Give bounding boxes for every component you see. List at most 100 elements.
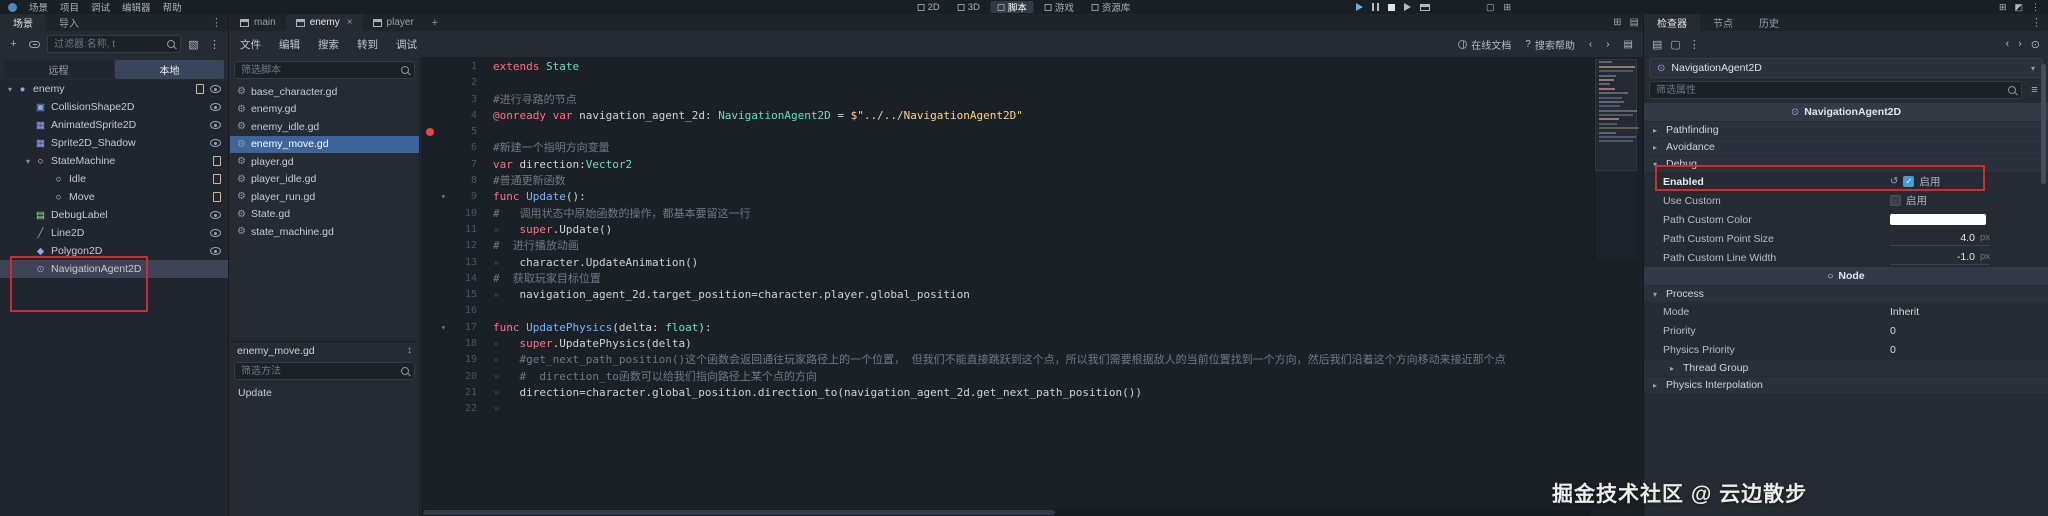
- section-pathfinding[interactable]: ▸ Pathfinding: [1644, 121, 2048, 138]
- gutter[interactable]: 15: [421, 287, 477, 303]
- members-panel-icon[interactable]: ▤: [1624, 39, 1633, 50]
- gutter[interactable]: 12: [421, 238, 477, 254]
- gutter[interactable]: 11: [421, 222, 477, 238]
- mode-script-button[interactable]: 脚本: [990, 1, 1034, 14]
- script-icon[interactable]: [213, 174, 221, 184]
- gutter[interactable]: 7: [421, 157, 477, 173]
- pause-button[interactable]: [1372, 3, 1379, 11]
- object-history-icon[interactable]: ⊙: [2031, 38, 2040, 51]
- section-debug[interactable]: ▾ Debug: [1644, 155, 2048, 172]
- new-resource-icon[interactable]: ▤: [1652, 38, 1662, 51]
- menu-editor[interactable]: 编辑器: [122, 0, 151, 14]
- fold-arrow-icon[interactable]: ▾: [441, 320, 446, 336]
- code-line[interactable]: 21» direction=character.global_position.…: [421, 385, 1591, 401]
- movie-mode-icon[interactable]: ⊞: [1504, 2, 1512, 13]
- menu-debug[interactable]: 调试: [91, 0, 110, 14]
- search-help-button[interactable]: ? 搜索帮助: [1525, 37, 1575, 52]
- visibility-eye-icon[interactable]: [210, 85, 221, 93]
- script-item[interactable]: ⚙ enemy_idle.gd: [230, 118, 419, 136]
- instance-scene-button[interactable]: [26, 36, 43, 53]
- scene-tab-player[interactable]: player: [363, 14, 424, 31]
- breakpoint-dot[interactable]: [426, 128, 434, 137]
- section-avoidance[interactable]: ▸ Avoidance: [1644, 138, 2048, 155]
- gutter[interactable]: 1: [421, 59, 477, 75]
- gutter[interactable]: 19: [421, 352, 477, 368]
- resource-options-icon[interactable]: ⋮: [1689, 38, 1700, 51]
- script-item[interactable]: ⚙ player_run.gd: [230, 188, 419, 206]
- gutter[interactable]: 13: [421, 255, 477, 271]
- code-line[interactable]: 12 # 进行播放动画: [421, 238, 1591, 254]
- tab-node[interactable]: 节点: [1700, 14, 1746, 31]
- expand-arrow-icon[interactable]: ▾: [22, 157, 34, 166]
- menu-help[interactable]: 帮助: [163, 0, 182, 14]
- filter-methods-input[interactable]: [234, 362, 415, 380]
- minimap-viewport[interactable]: [1595, 59, 1637, 171]
- online-docs-button[interactable]: 在线文档: [1458, 37, 1511, 52]
- load-resource-icon[interactable]: ▢: [1670, 38, 1680, 51]
- revert-property-icon[interactable]: ↺: [1890, 176, 1898, 187]
- visibility-eye-icon[interactable]: [210, 121, 221, 129]
- scene-tab-enemy[interactable]: enemy ×: [285, 14, 363, 31]
- menu-edit[interactable]: 编辑: [279, 37, 300, 52]
- gutter[interactable]: ▾ 17: [421, 320, 477, 336]
- filter-options-icon[interactable]: ▧: [185, 36, 202, 53]
- tree-item-polygon2d[interactable]: ◆ Polygon2D: [0, 242, 228, 260]
- script-icon[interactable]: [213, 192, 221, 202]
- physics-priority-spinbox[interactable]: 0: [1890, 344, 1990, 356]
- gutter[interactable]: 20: [421, 369, 477, 385]
- tab-scene[interactable]: 场景: [0, 14, 46, 31]
- code-line[interactable]: ▾ 9 func Update():: [421, 189, 1591, 205]
- visibility-eye-icon[interactable]: [210, 211, 221, 219]
- close-tab-icon[interactable]: ×: [347, 17, 353, 28]
- code-line[interactable]: 22»: [421, 401, 1591, 417]
- tab-import[interactable]: 导入: [46, 14, 92, 31]
- movie-maker-button[interactable]: [1420, 3, 1430, 11]
- gutter[interactable]: 10: [421, 206, 477, 222]
- dock-options-icon[interactable]: ⋮: [2025, 14, 2048, 31]
- local-tab[interactable]: 本地: [115, 60, 224, 79]
- scene-tab-list-icon[interactable]: ▤: [1630, 17, 1639, 28]
- renderer-icon[interactable]: ▢: [1486, 2, 1495, 13]
- gutter[interactable]: 3: [421, 92, 477, 108]
- gutter[interactable]: 4: [421, 108, 477, 124]
- history-back-button[interactable]: ‹: [1589, 39, 1592, 50]
- code-line[interactable]: 10 # 调用状态中原始函数的操作，都基本要留这一行: [421, 206, 1591, 222]
- code-line[interactable]: ▾ 17 func UpdatePhysics(delta: float):: [421, 320, 1591, 336]
- tree-item-navigationagent2d[interactable]: ⊙ NavigationAgent2D: [0, 260, 228, 278]
- code-line[interactable]: 15» navigation_agent_2d.target_position=…: [421, 287, 1591, 303]
- code-line[interactable]: 14 # 获取玩家目标位置: [421, 271, 1591, 287]
- horizontal-scrollbar[interactable]: [421, 509, 1591, 516]
- stop-button[interactable]: [1388, 3, 1395, 11]
- grid-icon[interactable]: ⊞: [1999, 2, 2007, 13]
- code-line[interactable]: 19» #get_next_path_position()这个函数会返回通往玩家…: [421, 352, 1591, 368]
- tree-item-statemachine[interactable]: ▾ ○ StateMachine: [0, 152, 228, 170]
- filter-properties-input[interactable]: [1649, 81, 2022, 99]
- dock-options-icon[interactable]: ⋮: [205, 14, 228, 31]
- tab-inspector[interactable]: 检查器: [1644, 14, 1700, 31]
- menu-file[interactable]: 文件: [240, 37, 261, 52]
- gutter[interactable]: 22: [421, 401, 477, 417]
- panels-icon[interactable]: ◩: [2014, 2, 2023, 13]
- script-icon[interactable]: [196, 84, 204, 94]
- code-editor[interactable]: 1 extends State 2 3 #进行寻路的节点 4 @onready var…: [421, 57, 1643, 516]
- enabled-checkbox[interactable]: ✓: [1903, 176, 1915, 187]
- tree-item-enemy[interactable]: ▾ ● enemy: [0, 80, 228, 98]
- gutter[interactable]: 21: [421, 385, 477, 401]
- tree-item-animatedsprite2d[interactable]: ▦ AnimatedSprite2D: [0, 116, 228, 134]
- scene-filter-input[interactable]: [47, 35, 181, 53]
- tree-item-sprite2d-shadow[interactable]: ▦ Sprite2D_Shadow: [0, 134, 228, 152]
- section-physics-interpolation[interactable]: ▸ Physics Interpolation: [1644, 376, 2048, 393]
- code-line[interactable]: 7 var direction:Vector2: [421, 157, 1591, 173]
- visibility-eye-icon[interactable]: [210, 229, 221, 237]
- mode-dropdown[interactable]: Inherit: [1890, 306, 1990, 318]
- point-size-spinbox[interactable]: 4.0 px: [1890, 232, 1990, 246]
- menu-project[interactable]: 项目: [60, 0, 79, 14]
- script-item[interactable]: ⚙ player_idle.gd: [230, 171, 419, 189]
- line-width-spinbox[interactable]: -1.0 px: [1890, 251, 1990, 265]
- inspector-scrollbar-thumb[interactable]: [2041, 64, 2046, 184]
- scrollbar-thumb[interactable]: [423, 510, 1055, 515]
- tree-item-debuglabel[interactable]: ▤ DebugLabel: [0, 206, 228, 224]
- gutter[interactable]: 6: [421, 140, 477, 156]
- history-forward-button[interactable]: ›: [2018, 38, 2022, 50]
- code-line[interactable]: 4 @onready var navigation_agent_2d: Navig…: [421, 108, 1591, 124]
